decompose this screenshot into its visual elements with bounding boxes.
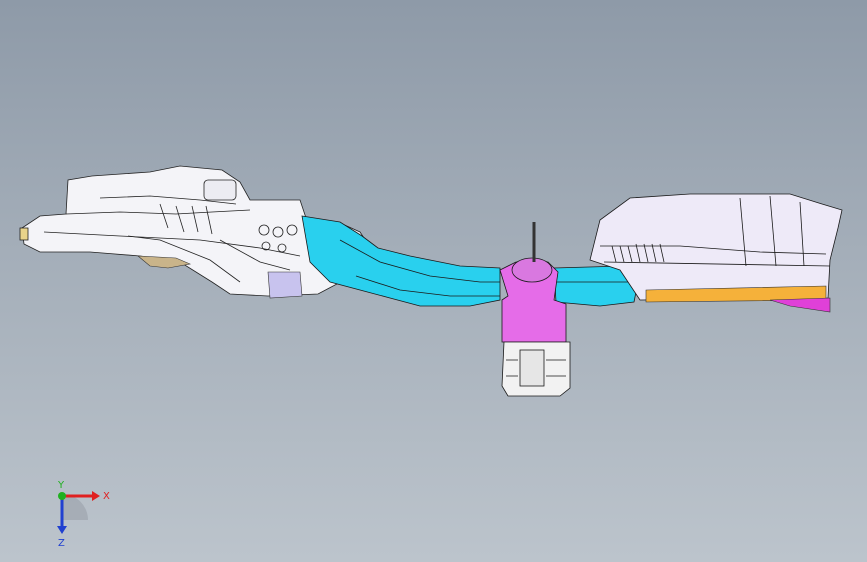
front-strip-magenta [769, 297, 831, 313]
triad-shade [62, 494, 88, 520]
y-axis-dot [58, 492, 66, 500]
orientation-triad[interactable]: X Y Z [40, 478, 120, 548]
y-axis-label: Y [57, 480, 65, 491]
lower-bracket[interactable] [501, 341, 571, 397]
z-axis-label: Z [58, 538, 65, 548]
gusset-panel [267, 271, 303, 299]
graphics-viewport[interactable]: X Y Z [0, 0, 867, 562]
frame-assembly-model[interactable] [0, 0, 867, 562]
z-axis-head [57, 526, 67, 534]
x-axis-label: X [103, 491, 110, 502]
x-axis-head [92, 491, 100, 501]
